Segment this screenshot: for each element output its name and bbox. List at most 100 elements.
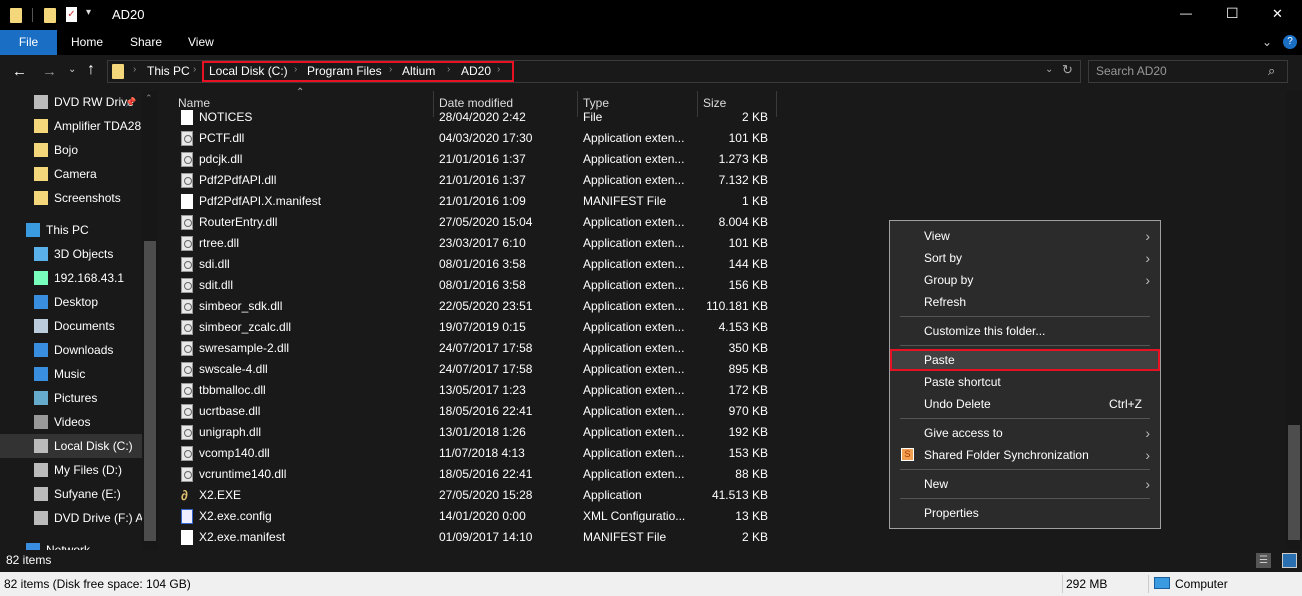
menu-item-label: Customize this folder... xyxy=(924,324,1046,338)
file-size: 101 KB xyxy=(728,131,768,145)
file-type: Application exten... xyxy=(583,467,685,481)
disk-free-space: 82 items (Disk free space: 104 GB) xyxy=(4,577,191,591)
file-row[interactable]: simbeor_zcalc.dll 19/07/2019 0:15 Applicat… xyxy=(160,317,780,338)
file-row[interactable]: swscale-4.dll 24/07/2017 17:58 Application… xyxy=(160,359,780,380)
file-row[interactable]: simbeor_sdk.dll 22/05/2020 23:51 Applicati… xyxy=(160,296,780,317)
breadcrumb-program-files[interactable]: Program Files xyxy=(307,64,382,78)
menu-item-give-access-to[interactable]: Give access to › xyxy=(890,422,1160,444)
tab-share[interactable]: Share xyxy=(130,30,162,55)
search-icon[interactable]: ⌕ xyxy=(1268,63,1275,79)
file-name: sdit.dll xyxy=(199,278,234,292)
file-row[interactable]: unigraph.dll 13/01/2018 1:26 Application e… xyxy=(160,422,780,443)
pictures-icon xyxy=(34,391,48,405)
file-row[interactable]: ucrtbase.dll 18/05/2016 22:41 Application … xyxy=(160,401,780,422)
file-type: Application exten... xyxy=(583,152,685,166)
breadcrumb-separator: › xyxy=(447,64,451,75)
sidebar-item-label: Downloads xyxy=(54,343,114,357)
menu-item-shared-folder-synchronization[interactable]: Shared Folder Synchronization › S xyxy=(890,444,1160,466)
file-row[interactable]: PCTF.dll 04/03/2020 17:30 Application exte… xyxy=(160,128,780,149)
file-row[interactable]: sdi.dll 08/01/2016 3:58 Application exten.… xyxy=(160,254,780,275)
file-row[interactable]: X2.exe.manifest 01/09/2017 14:10 MANIFEST … xyxy=(160,527,780,548)
menu-item-paste[interactable]: Paste xyxy=(890,349,1160,371)
file-name: pdcjk.dll xyxy=(199,152,243,166)
file-size: 2 KB xyxy=(741,110,768,124)
file-row[interactable]: swresample-2.dll 24/07/2017 17:58 Applicat… xyxy=(160,338,780,359)
scrollbar-thumb[interactable] xyxy=(144,241,156,541)
file-row[interactable]: X2.exe.config 14/01/2020 0:00 XML Configur… xyxy=(160,506,780,527)
file-size: 153 KB xyxy=(728,446,768,460)
menu-separator xyxy=(900,345,1150,346)
breadcrumb-ad20[interactable]: AD20 xyxy=(461,64,491,78)
close-button[interactable]: ✕ xyxy=(1272,6,1283,22)
file-row[interactable]: ∂ X2.EXE 27/05/2020 15:28 Application 41.513… xyxy=(160,485,780,506)
recent-locations-icon[interactable]: ⌄ xyxy=(68,64,76,75)
file-row[interactable]: Pdf2PdfAPI.X.manifest 21/01/2016 1:09 MANI… xyxy=(160,191,780,212)
file-row[interactable]: pdcjk.dll 21/01/2016 1:37 Application exte… xyxy=(160,149,780,170)
file-name: vcomp140.dll xyxy=(199,446,270,460)
details-view-icon[interactable]: ☰ xyxy=(1256,553,1271,568)
file-size: 172 KB xyxy=(728,383,768,397)
tab-file[interactable]: File xyxy=(0,30,57,55)
menu-item-undo-delete[interactable]: Undo Delete Ctrl+Z xyxy=(890,393,1160,415)
menu-item-paste-shortcut[interactable]: Paste shortcut xyxy=(890,371,1160,393)
menu-item-view[interactable]: View › xyxy=(890,225,1160,247)
file-date: 28/04/2020 2:42 xyxy=(439,110,526,124)
back-button[interactable]: ← xyxy=(12,63,27,80)
file-name: X2.EXE xyxy=(199,488,242,502)
tab-view[interactable]: View xyxy=(188,30,214,55)
file-size: 1.273 KB xyxy=(718,152,768,166)
menu-item-customize-this-folder[interactable]: Customize this folder... xyxy=(890,320,1160,342)
breadcrumb-local-disk[interactable]: Local Disk (C:) xyxy=(209,64,288,78)
breadcrumb-this-pc[interactable]: This PC xyxy=(147,64,190,78)
sidebar-item-label: My Files (D:) xyxy=(54,463,122,477)
properties-icon[interactable]: ✓ xyxy=(66,7,77,22)
help-button[interactable]: ? xyxy=(1283,35,1297,49)
dll-file-icon xyxy=(181,362,193,377)
new-folder-icon[interactable] xyxy=(44,8,56,23)
menu-item-refresh[interactable]: Refresh xyxy=(890,291,1160,313)
scrollbar-thumb[interactable] xyxy=(1288,425,1300,540)
cube-icon xyxy=(34,247,48,261)
expand-ribbon-icon[interactable]: ⌄ xyxy=(1262,30,1272,55)
sidebar-item-label: Amplifier TDA28 xyxy=(54,119,142,133)
file-row[interactable]: Pdf2PdfAPI.dll 21/01/2016 1:37 Application… xyxy=(160,170,780,191)
file-row[interactable]: NOTICES 28/04/2020 2:42 File 2 KB xyxy=(160,107,780,128)
maximize-button[interactable]: ☐ xyxy=(1226,5,1239,22)
menu-item-label: Give access to xyxy=(924,426,1003,440)
file-type: File xyxy=(583,110,603,124)
navigation-pane-scrollbar[interactable]: ⌃ xyxy=(142,91,158,550)
file-file-icon xyxy=(181,194,193,209)
refresh-icon[interactable]: ↻ xyxy=(1062,62,1073,78)
minimize-button[interactable]: — xyxy=(1180,6,1192,20)
forward-button[interactable]: → xyxy=(42,63,57,80)
file-date: 08/01/2016 3:58 xyxy=(439,278,526,292)
address-dropdown-icon[interactable]: ⌄ xyxy=(1045,64,1053,75)
menu-item-sort-by[interactable]: Sort by › xyxy=(890,247,1160,269)
menu-item-new[interactable]: New › xyxy=(890,473,1160,495)
location-label: Computer xyxy=(1175,577,1228,591)
dll-file-icon xyxy=(181,467,193,482)
breadcrumb-altium[interactable]: Altium xyxy=(402,64,435,78)
menu-item-properties[interactable]: Properties xyxy=(890,502,1160,524)
file-row[interactable]: RouterEntry.dll 27/05/2020 15:04 Applicati… xyxy=(160,212,780,233)
tab-home[interactable]: Home xyxy=(71,30,103,55)
sidebar-item[interactable]: Local Disk (C:) xyxy=(0,434,142,458)
search-input[interactable]: Search AD20 xyxy=(1088,60,1288,83)
large-icons-view-icon[interactable] xyxy=(1282,553,1297,568)
file-row[interactable]: vcruntime140.dll 18/05/2016 22:41 Applicat… xyxy=(160,464,780,485)
selection-size: 292 MB xyxy=(1066,577,1108,591)
menu-item-group-by[interactable]: Group by › xyxy=(890,269,1160,291)
file-type: Application exten... xyxy=(583,341,685,355)
file-row[interactable]: sdit.dll 08/01/2016 3:58 Application exten… xyxy=(160,275,780,296)
up-button[interactable]: ↑ xyxy=(87,61,95,79)
file-row[interactable]: vcomp140.dll 11/07/2018 4:13 Application e… xyxy=(160,443,780,464)
divider xyxy=(32,8,33,22)
file-size: 350 KB xyxy=(728,341,768,355)
file-type: Application exten... xyxy=(583,173,685,187)
quick-access-dropdown-icon[interactable]: ▾ xyxy=(86,7,91,18)
file-row[interactable]: rtree.dll 23/03/2017 6:10 Application exte… xyxy=(160,233,780,254)
pin-icon[interactable]: 📌 xyxy=(125,91,136,114)
file-row[interactable]: tbbmalloc.dll 13/05/2017 1:23 Application … xyxy=(160,380,780,401)
file-type: Application exten... xyxy=(583,362,685,376)
dll-file-icon xyxy=(181,131,193,146)
